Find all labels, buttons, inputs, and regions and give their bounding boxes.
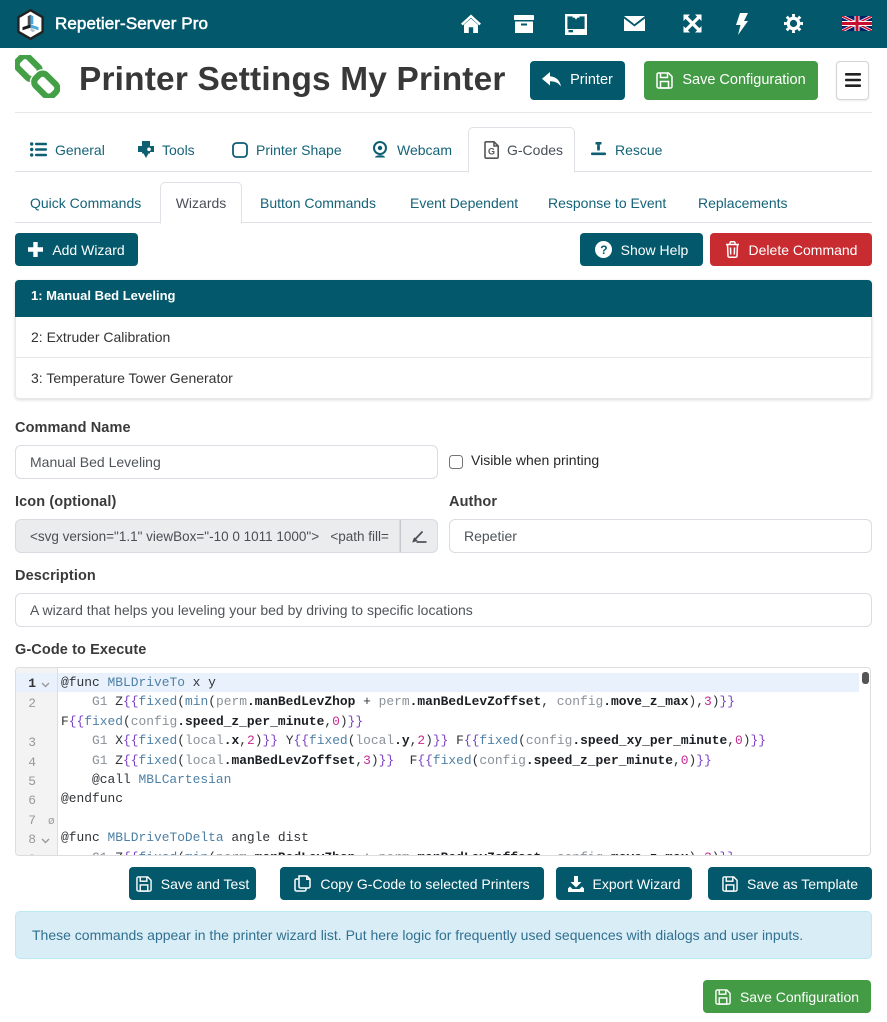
svg-text:G: G — [488, 147, 495, 157]
svg-text:?: ? — [600, 243, 607, 257]
